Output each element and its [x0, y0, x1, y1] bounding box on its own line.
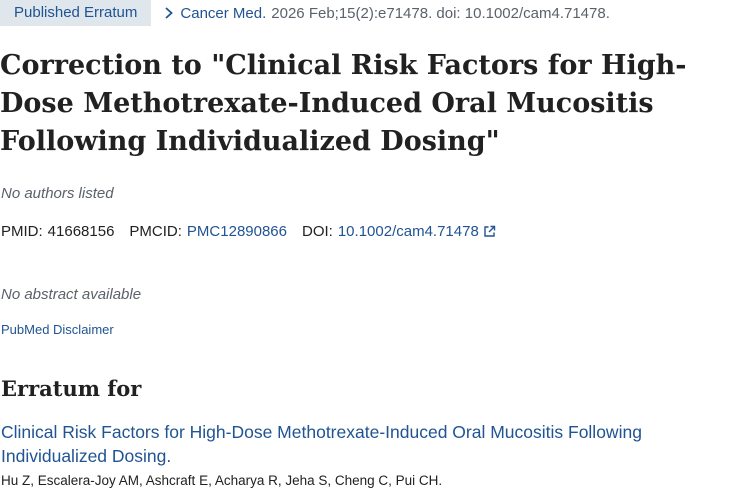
pmid-value: 41668156 [47, 223, 115, 240]
pubmed-disclaimer-link[interactable]: PubMed Disclaimer [1, 322, 114, 337]
doi-label: DOI: [302, 223, 333, 240]
abstract-note: No abstract available [1, 286, 142, 303]
doi-link[interactable]: 10.1002/cam4.71478 [338, 223, 479, 240]
article-citation-bar: Published Erratum Cancer Med. 2026 Feb;1… [0, 0, 610, 26]
pmid-label: PMID: [1, 223, 43, 240]
journal-citation: Cancer Med. 2026 Feb;15(2):e71478. doi: … [163, 4, 610, 22]
citation-details: 2026 Feb;15(2):e71478. doi: 10.1002/cam4… [271, 4, 610, 22]
erratum-for-heading: Erratum for [1, 376, 142, 401]
journal-link[interactable]: Cancer Med. [180, 5, 266, 22]
erratum-authors: Hu Z, Escalera-Joy AM, Ashcraft E, Achar… [1, 473, 443, 488]
authors-note: No authors listed [1, 185, 114, 202]
article-identifiers: PMID: 41668156 PMCID: PMC12890866 DOI: 1… [1, 223, 511, 240]
publication-type-badge: Published Erratum [0, 0, 152, 26]
chevron-right-icon [165, 7, 174, 19]
article-title: Correction to "Clinical Risk Factors for… [0, 50, 687, 157]
pmcid-label: PMCID: [129, 223, 182, 240]
external-link-icon [484, 225, 495, 237]
pmcid-link[interactable]: PMC12890866 [187, 223, 287, 240]
doi-link-wrap: 10.1002/cam4.71478 [333, 223, 496, 240]
pmcid-link-wrap: PMC12890866 [182, 223, 287, 240]
erratum-article-link[interactable]: Clinical Risk Factors for High-Dose Meth… [1, 420, 741, 468]
